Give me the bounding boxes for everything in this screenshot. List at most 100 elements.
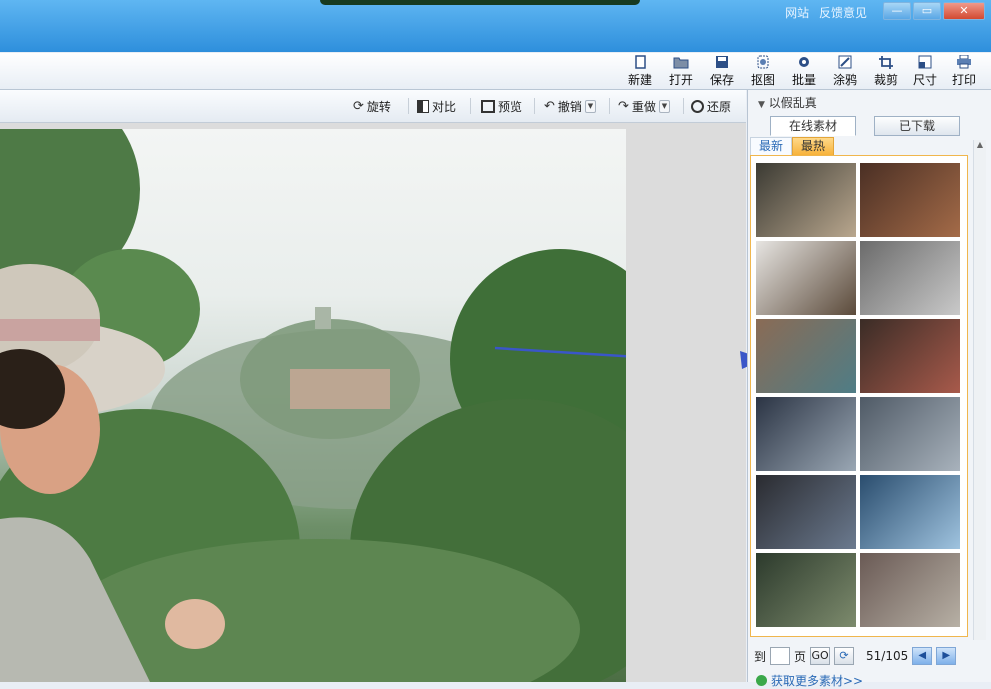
material-thumbnail[interactable] <box>756 241 856 315</box>
canvas-area[interactable] <box>0 123 746 682</box>
minimize-button[interactable]: — <box>883 2 911 20</box>
material-thumbnail[interactable] <box>860 397 960 471</box>
edited-photo[interactable] <box>0 129 626 682</box>
print-button[interactable]: 打印 <box>945 54 983 87</box>
panel-title-label: 以假乱真 <box>768 96 817 110</box>
divider <box>408 98 409 114</box>
save-button[interactable]: 保存 <box>703 55 741 87</box>
rotate-button[interactable]: ⟳ 旋转 <box>353 98 391 114</box>
page-input[interactable] <box>770 647 791 665</box>
preview-button[interactable]: 预览 <box>481 98 522 114</box>
website-link[interactable]: 网站 <box>785 6 809 20</box>
restore-label: 还原 <box>707 99 732 114</box>
material-thumbnail[interactable] <box>860 475 960 549</box>
compare-button[interactable]: 对比 <box>417 98 456 114</box>
tab-downloaded[interactable]: 已下载 <box>874 116 960 136</box>
material-thumbnail[interactable] <box>756 397 856 471</box>
cutout-button[interactable]: 抠图 <box>744 55 782 87</box>
page-count: 51/105 <box>866 649 909 663</box>
save-icon <box>713 55 731 69</box>
refresh-button[interactable]: ⟳ <box>834 647 855 665</box>
restore-icon <box>691 99 704 113</box>
subtab-hottest[interactable]: 最热 <box>792 137 834 156</box>
divider <box>609 98 610 114</box>
material-thumbnail[interactable] <box>860 553 960 627</box>
resize-label: 尺寸 <box>912 73 937 87</box>
open-label: 打开 <box>668 73 693 87</box>
folder-open-icon <box>672 55 690 69</box>
undo-icon: ↶ <box>544 98 555 114</box>
title-bar: 网站 反馈意见 — ▭ ✕ <box>0 0 991 52</box>
close-button[interactable]: ✕ <box>943 2 985 20</box>
divider <box>470 98 471 114</box>
material-thumbnail[interactable] <box>756 163 856 237</box>
divider <box>683 98 684 114</box>
batch-gear-icon <box>795 55 813 69</box>
top-decoration <box>320 0 640 5</box>
preview-label: 预览 <box>498 99 523 114</box>
material-thumbnail[interactable] <box>756 475 856 549</box>
compare-icon <box>417 99 429 113</box>
batch-label: 批量 <box>791 73 816 87</box>
edit-toolbar: ⟳ 旋转 对比 预览 ↶ 撤销 ▼ ↷ 重做 ▼ 还原 <box>0 90 746 123</box>
thumbnail-grid <box>750 155 968 637</box>
pager: 到 页 GO ⟳ 51/105 ◀ ▶ <box>754 647 957 665</box>
tab-online[interactable]: 在线素材 <box>770 116 856 136</box>
go-button[interactable]: GO <box>810 647 831 665</box>
new-label: 新建 <box>627 73 652 87</box>
page-label: 页 <box>794 649 807 664</box>
feedback-link[interactable]: 反馈意见 <box>819 6 867 20</box>
photo-scene <box>0 129 626 682</box>
subtab-newest[interactable]: 最新 <box>750 137 792 156</box>
title-links: 网站 反馈意见 <box>779 4 867 21</box>
material-thumbnail[interactable] <box>860 241 960 315</box>
material-thumbnail[interactable] <box>860 163 960 237</box>
crop-button[interactable]: 裁剪 <box>867 55 905 87</box>
cutout-label: 抠图 <box>750 73 775 87</box>
material-thumbnail[interactable] <box>756 319 856 393</box>
undo-button[interactable]: ↶ 撤销 ▼ <box>544 98 596 114</box>
print-label: 打印 <box>951 73 976 87</box>
doodle-label: 涂鸦 <box>832 73 857 87</box>
panel-subtabs: 最新 最热 <box>750 137 834 156</box>
restore-button[interactable]: 还原 <box>691 98 731 114</box>
undo-dropdown-icon[interactable]: ▼ <box>584 99 596 113</box>
redo-label: 重做 <box>631 99 656 114</box>
main-toolbar: 新建 打开 保存 抠图 批量 涂鸦 裁剪 尺寸 打印 <box>0 53 991 90</box>
printer-icon <box>955 54 973 69</box>
material-thumbnail[interactable] <box>860 319 960 393</box>
undo-label: 撤销 <box>557 99 582 114</box>
prev-page-button[interactable]: ◀ <box>912 647 933 665</box>
collapse-icon[interactable]: ▼ <box>758 100 765 110</box>
divider <box>534 98 535 114</box>
crop-icon <box>877 55 895 69</box>
redo-dropdown-icon[interactable]: ▼ <box>658 99 670 113</box>
compare-label: 对比 <box>432 99 457 114</box>
batch-button[interactable]: 批量 <box>785 55 823 87</box>
new-file-icon <box>631 55 649 69</box>
rotate-label: 旋转 <box>366 99 391 114</box>
panel-title[interactable]: ▼ 以假乱真 <box>758 94 817 111</box>
redo-icon: ↷ <box>618 98 629 114</box>
window-controls: — ▭ ✕ <box>883 2 985 20</box>
resize-button[interactable]: 尺寸 <box>906 55 944 87</box>
doodle-button[interactable]: 涂鸦 <box>826 55 864 87</box>
new-button[interactable]: 新建 <box>621 55 659 87</box>
material-thumbnail[interactable] <box>756 553 856 627</box>
rotate-icon: ⟳ <box>353 98 364 114</box>
material-panel: ▼ 以假乱真 在线素材 已下载 最新 最热 ▲ 到 页 GO ⟳ 51/105 … <box>747 90 991 688</box>
scrollbar[interactable]: ▲ <box>973 140 986 640</box>
resize-icon <box>916 55 934 69</box>
panel-tabs: 在线素材 已下载 <box>770 116 960 136</box>
goto-label: 到 <box>754 649 767 664</box>
plus-icon <box>756 675 767 686</box>
next-page-button[interactable]: ▶ <box>936 647 957 665</box>
more-materials-link[interactable]: 获取更多素材>> <box>756 672 863 689</box>
open-button[interactable]: 打开 <box>662 55 700 87</box>
redo-button[interactable]: ↷ 重做 ▼ <box>618 98 670 114</box>
save-label: 保存 <box>709 73 734 87</box>
crop-label: 裁剪 <box>873 73 898 87</box>
scroll-up-icon[interactable]: ▲ <box>974 140 986 152</box>
maximize-button[interactable]: ▭ <box>913 2 941 20</box>
doodle-icon <box>836 55 854 69</box>
